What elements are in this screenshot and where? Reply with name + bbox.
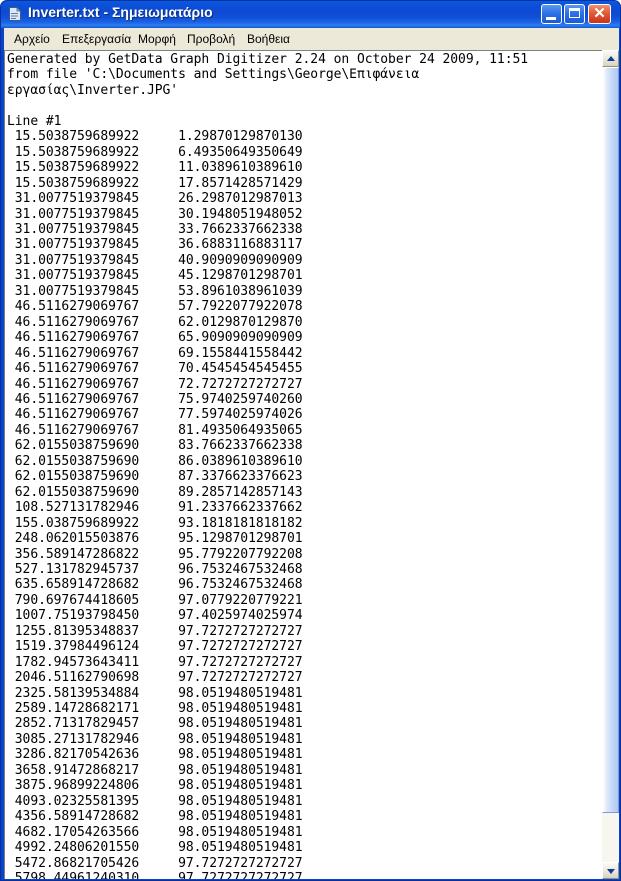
client-area: Generated by GetData Graph Digitizer 2.2… xyxy=(4,50,619,879)
window-title: Inverter.txt - Σημειωματάριο xyxy=(28,4,213,20)
maximize-button[interactable] xyxy=(564,4,585,24)
title-bar[interactable]: Inverter.txt - Σημειωματάριο ✕ xyxy=(1,1,620,28)
scrollbar-thumb[interactable] xyxy=(602,67,619,813)
menu-item-format[interactable]: Μορφή xyxy=(134,31,180,48)
vertical-scrollbar[interactable] xyxy=(602,50,619,879)
scroll-up-arrow-icon xyxy=(606,55,615,61)
maximize-icon xyxy=(569,8,580,18)
close-icon: ✕ xyxy=(593,5,606,22)
minimize-icon xyxy=(546,17,556,20)
menu-item-file[interactable]: Αρχείο xyxy=(10,31,54,48)
scrollbar-track[interactable] xyxy=(602,67,619,862)
notepad-window: Inverter.txt - Σημειωματάριο ✕ Αρχείο Επ… xyxy=(0,0,621,881)
scroll-down-arrow-icon xyxy=(606,868,615,874)
notepad-document-icon xyxy=(9,6,22,21)
menu-item-view[interactable]: Προβολή xyxy=(183,31,239,48)
close-button[interactable]: ✕ xyxy=(588,4,611,24)
scroll-down-button[interactable] xyxy=(602,862,619,879)
minimize-button[interactable] xyxy=(541,4,562,24)
menu-bar: Αρχείο Επεξεργασία Μορφή Προβολή Βοήθεια xyxy=(4,28,619,50)
text-editor-area[interactable]: Generated by GetData Graph Digitizer 2.2… xyxy=(4,50,602,879)
menu-item-help[interactable]: Βοήθεια xyxy=(243,31,294,48)
menu-item-edit[interactable]: Επεξεργασία xyxy=(58,31,135,48)
scroll-up-button[interactable] xyxy=(602,50,619,67)
document-text[interactable]: Generated by GetData Graph Digitizer 2.2… xyxy=(7,52,528,879)
